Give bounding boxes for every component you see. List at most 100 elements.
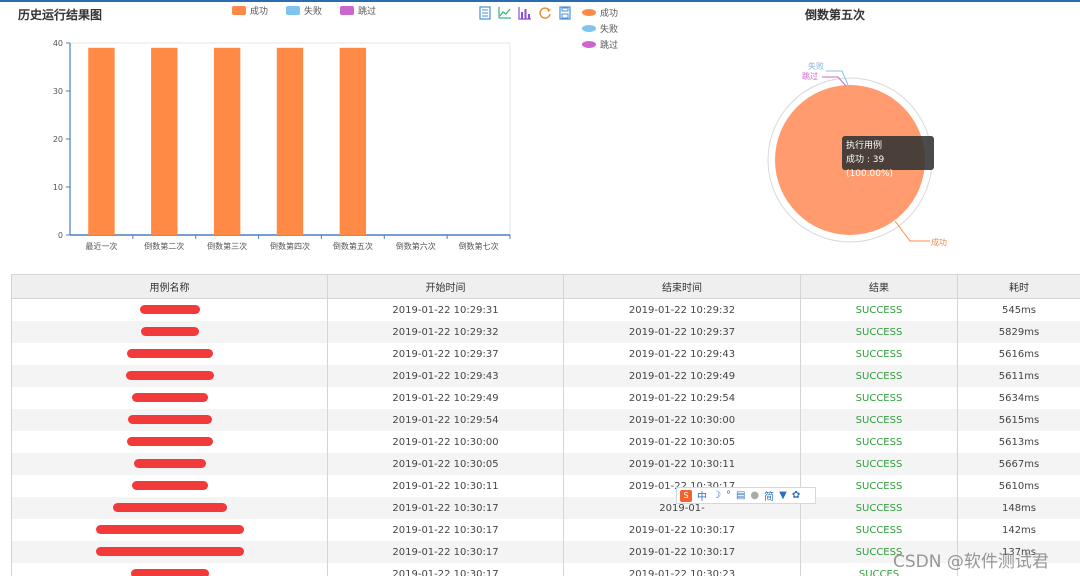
table-row[interactable]: 2019-01-22 10:29:49 2019-01-22 10:29:54 SU… [11, 387, 1080, 409]
redacted-case-name [139, 305, 200, 314]
redacted-case-name [95, 525, 244, 534]
table-row[interactable]: 2019-01-22 10:29:43 2019-01-22 10:29:49 SU… [11, 365, 1080, 387]
duration-cell: 5610ms [957, 475, 1080, 497]
end-time-cell: 2019-01-22 10:29:49 [563, 365, 801, 387]
start-time-cell: 2019-01-22 10:29:49 [327, 387, 564, 409]
table-row[interactable]: 2019-01-22 10:30:05 2019-01-22 10:30:11 SU… [11, 453, 1080, 475]
case-name-cell [11, 365, 328, 387]
pie-legend-fail[interactable]: 失败 [582, 20, 618, 36]
table-row[interactable]: 2019-01-22 10:30:11 2019-01-22 10:30:17 SU… [11, 475, 1080, 497]
result-cell: SUCCESS [800, 497, 958, 519]
data-view-icon[interactable] [478, 6, 492, 20]
start-time-cell: 2019-01-22 10:30:17 [327, 497, 564, 519]
redacted-case-name [130, 569, 209, 576]
case-name-cell [11, 387, 328, 409]
pie-legend-skip[interactable]: 跳过 [582, 36, 618, 52]
duration-cell: 148ms [957, 497, 1080, 519]
pie-tooltip: 执行用例 成功 : 39 (100.00%) [842, 136, 934, 179]
bar-success[interactable] [339, 47, 367, 235]
y-tick-label: 10 [53, 183, 63, 192]
bar-success[interactable] [276, 47, 304, 235]
pie-legend: 成功 失败 跳过 [582, 4, 618, 52]
pie-legend-swatch-fail [582, 24, 596, 32]
table-row[interactable]: 2019-01-22 10:29:54 2019-01-22 10:30:00 SU… [11, 409, 1080, 431]
table-row[interactable]: 2019-01-22 10:30:00 2019-01-22 10:30:05 SU… [11, 431, 1080, 453]
table-row[interactable]: 2019-01-22 10:29:31 2019-01-22 10:29:32 SU… [11, 298, 1080, 321]
x-tick-label: 倒数第四次 [270, 241, 310, 251]
y-tick-label: 20 [53, 135, 63, 144]
tooltip-title: 执行用例 [846, 141, 883, 151]
duration-cell: 5616ms [957, 343, 1080, 365]
moon-icon[interactable]: ☽ [712, 490, 721, 501]
tooltip-text: 成功 : 39 (100.00%) [846, 155, 894, 179]
bar-chart: 0 10 20 30 40 最近一次 倒数第二次 倒数第三次 倒数第四次 倒数第五次 倒数第六次 倒数… [53, 39, 511, 251]
duration-cell: 5667ms [957, 453, 1080, 475]
legend-swatch-success [232, 6, 246, 15]
watermark: CSDN @软件测试君 [893, 552, 1049, 572]
punctuation-icon[interactable]: ° [726, 490, 731, 501]
legend-skip[interactable]: 跳过 [340, 4, 376, 17]
case-name-cell [11, 475, 328, 497]
duration-cell: 142ms [957, 519, 1080, 541]
bar-success[interactable] [88, 47, 115, 235]
user-icon[interactable]: ● [750, 490, 759, 501]
legend-fail[interactable]: 失败 [286, 4, 322, 17]
x-tick-label: 倒数第七次 [459, 241, 499, 251]
col-header-end-time[interactable]: 结束时间 [563, 274, 801, 299]
table-row[interactable]: 2019-01-22 10:30:17 2019-01-22 10:30:17 SU… [11, 519, 1080, 541]
table-header-row: 用例名称 开始时间 结束时间 结果 耗时 [11, 274, 1080, 299]
bar-chart-title: 历史运行结果图 [18, 8, 103, 22]
redacted-case-name [131, 393, 208, 402]
table-row[interactable]: 2019-01-22 10:29:32 2019-01-22 10:29:37 SU… [11, 321, 1080, 343]
results-table-wrap: 用例名称 开始时间 结束时间 结果 耗时 2019-01-22 10:29:31… [11, 274, 1080, 576]
sogou-logo-icon[interactable]: S [680, 489, 692, 502]
result-cell: SUCCESS [800, 387, 958, 409]
legend-swatch-skip [340, 6, 355, 15]
end-time-cell: 2019-01-22 10:30:23 [563, 563, 801, 576]
result-cell: SUCCESS [800, 321, 958, 343]
table-body: 2019-01-22 10:29:31 2019-01-22 10:29:32 SU… [11, 298, 1080, 576]
bar-chart-icon[interactable] [518, 6, 532, 20]
pie-label-skip: 跳过 [802, 71, 818, 81]
legend-success[interactable]: 成功 [232, 4, 268, 17]
start-time-cell: 2019-01-22 10:30:17 [327, 519, 564, 541]
case-name-cell [11, 431, 328, 453]
legend-label: 跳过 [358, 7, 377, 17]
legend-label: 失败 [304, 7, 323, 17]
case-name-cell [11, 321, 328, 343]
duration-cell: 5829ms [957, 321, 1080, 343]
ime-chinese-mode[interactable]: 中 [697, 488, 707, 503]
end-time-cell: 2019-01-22 10:29:43 [563, 343, 801, 365]
redacted-case-name [112, 503, 227, 512]
bar-success[interactable] [151, 47, 178, 235]
bar-success[interactable] [213, 47, 241, 235]
pie-legend-label: 跳过 [600, 40, 619, 51]
ime-toolbar[interactable]: S 中 ☽ ° ▤ ● 简 ▼ ✿ [676, 487, 816, 504]
table-row[interactable]: 2019-01-22 10:29:37 2019-01-22 10:29:43 SU… [11, 343, 1080, 365]
col-header-duration[interactable]: 耗时 [957, 274, 1080, 299]
x-tick-label: 倒数第五次 [333, 241, 373, 251]
table-row[interactable]: 2019-01-22 10:30:17 2019-01- SUCCESS 148ms [11, 497, 1080, 519]
refresh-icon[interactable] [538, 6, 552, 20]
ime-simplified[interactable]: 简 [764, 488, 774, 503]
col-header-case-name[interactable]: 用例名称 [11, 274, 328, 299]
bar-legend: 成功 失败 跳过 [232, 4, 376, 17]
pie-legend-success[interactable]: 成功 [582, 4, 618, 20]
start-time-cell: 2019-01-22 10:29:32 [327, 321, 564, 343]
duration-cell: 5611ms [957, 365, 1080, 387]
start-time-cell: 2019-01-22 10:30:11 [327, 475, 564, 497]
shirt-icon[interactable]: ▼ [779, 490, 787, 501]
save-icon[interactable] [558, 6, 572, 20]
gear-icon[interactable]: ✿ [792, 490, 800, 501]
keyboard-icon[interactable]: ▤ [736, 490, 745, 501]
pie-legend-label: 失败 [600, 24, 619, 35]
start-time-cell: 2019-01-22 10:29:43 [327, 365, 564, 387]
col-header-result[interactable]: 结果 [800, 274, 958, 299]
start-time-cell: 2019-01-22 10:29:31 [327, 298, 564, 321]
col-header-start-time[interactable]: 开始时间 [327, 274, 564, 299]
line-chart-icon[interactable] [498, 6, 512, 20]
chart-toolbox [478, 6, 572, 20]
redacted-case-name [133, 459, 206, 468]
case-name-cell [11, 519, 328, 541]
result-cell: SUCCESS [800, 409, 958, 431]
